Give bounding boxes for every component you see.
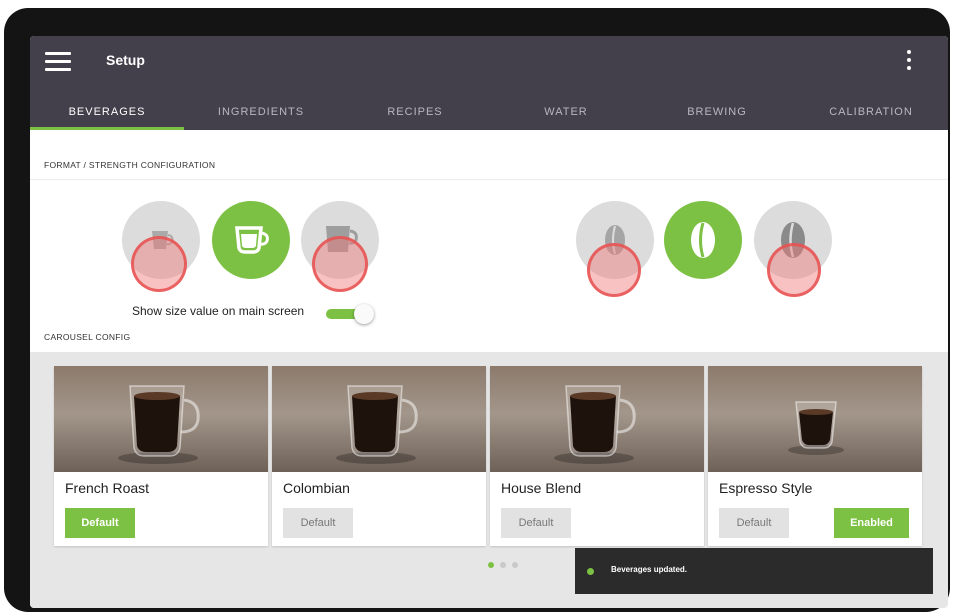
snackbar-message: Beverages updated. (611, 565, 688, 574)
page-dot[interactable] (512, 562, 518, 568)
beverage-name: French Roast (65, 480, 150, 496)
tab-calibration[interactable]: CALIBRATION (794, 98, 948, 130)
small-cup-icon (152, 231, 174, 249)
page-dot[interactable] (488, 562, 494, 568)
format-option-small[interactable] (122, 201, 200, 279)
default-button[interactable]: Default (501, 508, 571, 538)
section-divider (30, 179, 948, 180)
beverage-card-espresso-style[interactable]: Espresso Style Default Enabled (708, 366, 922, 546)
beverage-photo (54, 366, 268, 472)
tablet-frame: Setup BEVERAGES INGREDIENTS RECIPES WATE… (4, 8, 950, 612)
tab-beverages[interactable]: BEVERAGES (30, 98, 184, 130)
page-dot[interactable] (500, 562, 506, 568)
hamburger-menu-icon[interactable] (45, 52, 71, 72)
beverage-name: House Blend (501, 480, 582, 496)
default-button[interactable]: Default (283, 508, 353, 538)
show-size-toggle[interactable] (326, 304, 374, 324)
beverage-photo (272, 366, 486, 472)
strength-option-medium[interactable] (664, 201, 742, 279)
tab-ingredients[interactable]: INGREDIENTS (184, 98, 338, 130)
status-dot-icon (587, 568, 594, 575)
beverage-card-french-roast[interactable]: French Roast Default (54, 366, 268, 546)
beverage-name: Colombian (283, 480, 350, 496)
beverage-photo (490, 366, 704, 472)
app-bar: Setup BEVERAGES INGREDIENTS RECIPES WATE… (30, 36, 948, 130)
toggle-thumb (354, 304, 374, 324)
espresso-glass-image (788, 401, 844, 455)
strength-option-light[interactable] (576, 201, 654, 279)
tab-bar: BEVERAGES INGREDIENTS RECIPES WATER BREW… (30, 98, 948, 130)
default-button[interactable]: Default (719, 508, 789, 538)
strength-option-dark[interactable] (754, 201, 832, 279)
tab-recipes[interactable]: RECIPES (338, 98, 492, 130)
beverage-photo (708, 366, 922, 472)
carousel-section-label: CAROUSEL CONFIG (44, 332, 131, 342)
medium-bean-icon (691, 222, 715, 258)
light-bean-icon (605, 225, 625, 255)
beverage-name: Espresso Style (719, 480, 813, 496)
coffee-mug-image (118, 385, 200, 464)
default-button[interactable]: Default (65, 508, 135, 538)
medium-cup-icon (235, 226, 269, 254)
beverage-card-house-blend[interactable]: House Blend Default (490, 366, 704, 546)
tab-brewing[interactable]: BREWING (640, 98, 794, 130)
format-option-large[interactable] (301, 201, 379, 279)
dark-bean-icon (781, 222, 805, 258)
coffee-mug-image (554, 385, 636, 464)
show-size-toggle-label: Show size value on main screen (132, 304, 305, 318)
format-section-label: FORMAT / STRENGTH CONFIGURATION (44, 160, 216, 170)
page-title: Setup (106, 52, 145, 68)
coffee-mug-image (336, 385, 418, 464)
large-cup-icon (326, 226, 358, 252)
more-vert-icon[interactable] (904, 50, 914, 76)
enabled-button[interactable]: Enabled (834, 508, 909, 538)
app-screen: Setup BEVERAGES INGREDIENTS RECIPES WATE… (30, 36, 948, 608)
tab-water[interactable]: WATER (492, 98, 640, 130)
format-option-medium[interactable] (212, 201, 290, 279)
beverage-card-colombian[interactable]: Colombian Default (272, 366, 486, 546)
snackbar: Beverages updated. (575, 548, 933, 594)
